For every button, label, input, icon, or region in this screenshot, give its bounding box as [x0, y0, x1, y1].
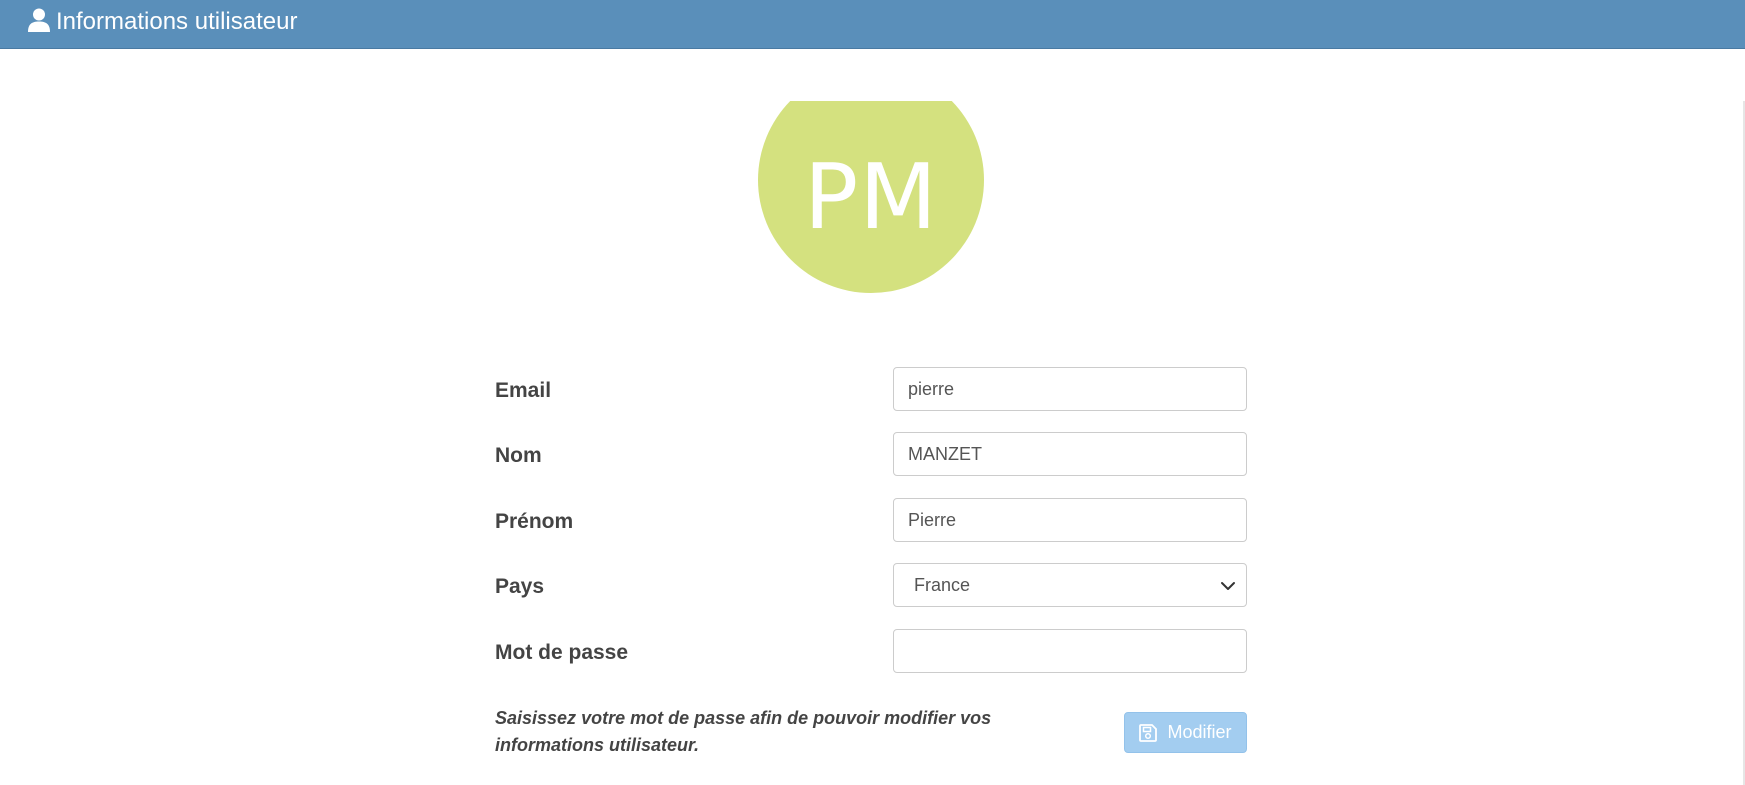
prenom-label: Prénom — [495, 510, 574, 533]
chevron-down-icon — [1221, 582, 1235, 590]
prenom-field[interactable] — [893, 498, 1247, 542]
modifier-button[interactable]: Modifier — [1124, 712, 1247, 753]
prenom-row: Prénom — [495, 498, 1247, 542]
avatar: PM — [758, 101, 984, 293]
mot-de-passe-row: Mot de passe — [495, 629, 1247, 673]
save-icon — [1139, 723, 1158, 742]
pays-select[interactable]: France — [893, 563, 1247, 607]
modifier-button-label: Modifier — [1167, 722, 1232, 742]
nom-row: Nom — [495, 432, 1247, 476]
nom-field[interactable] — [893, 432, 1247, 476]
email-label: Email — [495, 379, 552, 402]
page-header: Informations utilisateur — [0, 0, 1745, 49]
pays-selected-value: France — [914, 574, 971, 595]
pays-label: Pays — [495, 575, 545, 598]
email-field[interactable] — [893, 367, 1247, 411]
email-row: Email — [495, 367, 1247, 411]
pays-row: Pays France — [495, 563, 1247, 607]
password-help-text: Saisissez votre mot de passe afin de pou… — [495, 708, 992, 755]
user-icon — [28, 8, 50, 32]
page-title: Informations utilisateur — [56, 8, 298, 35]
mot-de-passe-label: Mot de passe — [495, 641, 629, 664]
nom-label: Nom — [495, 444, 542, 467]
password-field[interactable] — [893, 629, 1247, 673]
avatar-initials: PM — [758, 101, 984, 293]
